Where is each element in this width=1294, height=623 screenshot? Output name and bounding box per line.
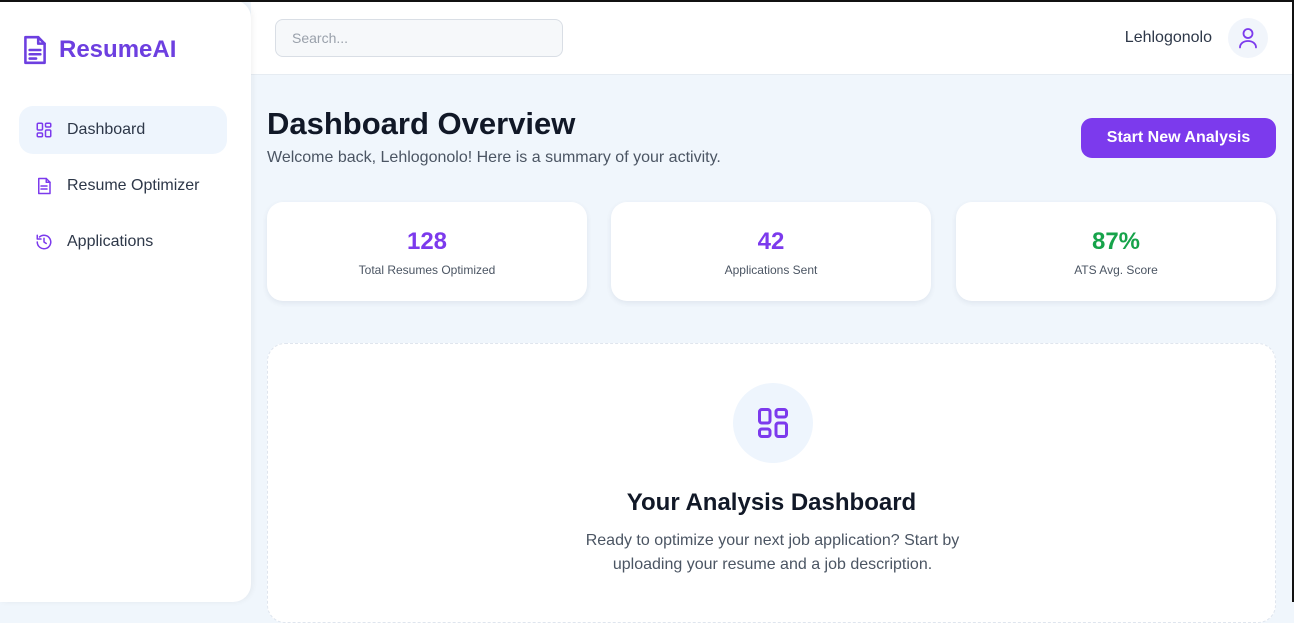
sidebar-nav: Dashboard Resume Optimizer Applications — [19, 106, 227, 274]
dashboard-icon — [36, 122, 52, 138]
stat-value: 42 — [757, 228, 785, 255]
user-icon — [1239, 28, 1257, 49]
panel-icon-circle — [733, 383, 813, 463]
history-icon — [36, 234, 52, 250]
start-new-analysis-button[interactable]: Start New Analysis — [1081, 118, 1276, 158]
stat-label: Applications Sent — [724, 263, 818, 277]
stat-card-applications: 42 Applications Sent — [611, 202, 931, 301]
sidebar-item-resume-optimizer[interactable]: Resume Optimizer — [19, 162, 227, 210]
document-icon — [38, 177, 51, 195]
brand-name: ResumeAI — [59, 36, 177, 63]
document-icon — [24, 35, 46, 65]
sidebar-item-applications[interactable]: Applications — [19, 218, 227, 266]
avatar[interactable] — [1228, 18, 1268, 58]
page-title: Dashboard Overview — [267, 106, 576, 141]
sidebar-item-label: Applications — [67, 233, 154, 250]
page-subtitle: Welcome back, Lehlogonolo! Here is a sum… — [267, 149, 721, 166]
stat-label: ATS Avg. Score — [1074, 263, 1158, 277]
user-name[interactable]: Lehlogonolo — [1125, 29, 1212, 47]
stat-value: 128 — [406, 228, 448, 255]
dashboard-icon — [758, 408, 788, 438]
top-bar: Lehlogonolo — [251, 2, 1292, 75]
sidebar-item-label: Resume Optimizer — [67, 177, 200, 194]
stat-card-ats-score: 87% ATS Avg. Score — [956, 202, 1276, 301]
search-input[interactable] — [275, 19, 563, 57]
sidebar-item-dashboard[interactable]: Dashboard — [19, 106, 227, 154]
stat-label: Total Resumes Optimized — [358, 263, 496, 277]
panel-description: Ready to optimize your next job applicat… — [585, 532, 960, 573]
sidebar-item-label: Dashboard — [67, 121, 146, 138]
analysis-dashboard-panel: Your Analysis Dashboard Ready to optimiz… — [267, 343, 1276, 623]
brand-logo[interactable]: ResumeAI — [22, 34, 176, 66]
stat-value: 87% — [1091, 228, 1141, 255]
stat-card-resumes: 128 Total Resumes Optimized — [267, 202, 587, 301]
sidebar: ResumeAI Dashboard Resume Optimizer Appl… — [0, 0, 251, 602]
panel-title: Your Analysis Dashboard — [626, 489, 917, 516]
